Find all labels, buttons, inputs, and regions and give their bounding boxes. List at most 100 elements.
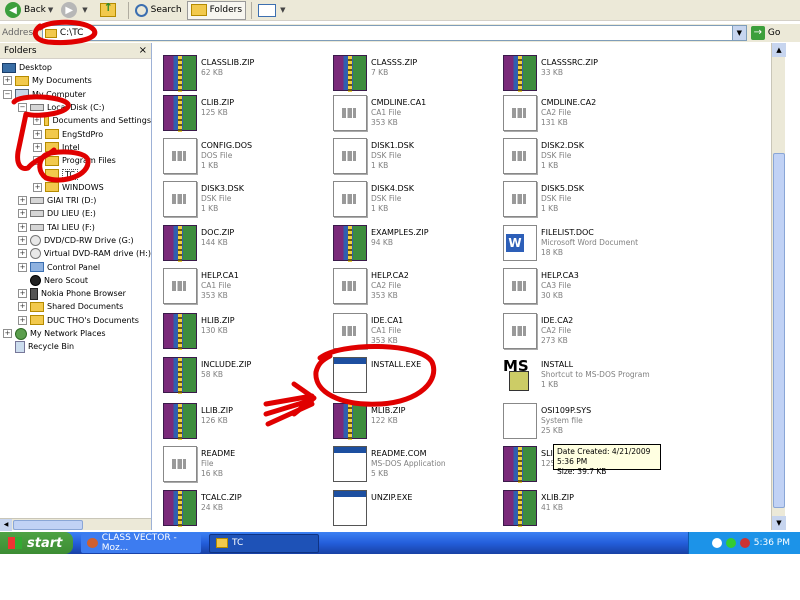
tree-item-my-computer[interactable]: − My Computer bbox=[0, 88, 151, 101]
file-item[interactable]: MLIB.ZIP 122 KB bbox=[333, 403, 498, 443]
tree-item-drive-h[interactable]: + Virtual DVD-RAM drive (H:) bbox=[0, 247, 151, 260]
file-item[interactable]: DISK5.DSK DSK File 1 KB bbox=[503, 181, 668, 221]
back-button[interactable]: ◀ Back ▼ bbox=[2, 1, 56, 20]
chevron-down-icon[interactable]: ▼ bbox=[82, 6, 87, 14]
tree-item-local-disk-c[interactable]: − Local Disk (C:) bbox=[0, 101, 151, 114]
expand-icon[interactable]: + bbox=[33, 129, 42, 139]
file-item[interactable]: TCALC.ZIP 24 KB bbox=[163, 490, 328, 530]
close-icon[interactable]: × bbox=[139, 45, 147, 56]
file-item[interactable]: CMDLINE.CA2 CA2 File 131 KB bbox=[503, 95, 668, 135]
chevron-down-icon[interactable]: ▼ bbox=[48, 6, 53, 14]
tree-item-intel[interactable]: + Intel bbox=[0, 141, 151, 154]
file-item[interactable]: LLIB.ZIP 126 KB bbox=[163, 403, 328, 443]
tree-item-drive-f[interactable]: + TAI LIEU (F:) bbox=[0, 221, 151, 234]
scroll-up-icon[interactable]: ▲ bbox=[772, 43, 786, 57]
tray-antivirus-icon[interactable] bbox=[739, 538, 750, 548]
scroll-thumb[interactable] bbox=[773, 153, 785, 508]
address-input[interactable]: C:\TC ▼ bbox=[41, 25, 747, 41]
clock[interactable]: 5:36 PM bbox=[754, 538, 790, 548]
file-item[interactable]: DOC.ZIP 144 KB bbox=[163, 225, 328, 265]
collapse-icon[interactable]: − bbox=[3, 89, 12, 99]
file-item[interactable]: IDE.CA1 CA1 File 353 KB bbox=[333, 313, 498, 353]
scroll-down-icon[interactable]: ▼ bbox=[772, 516, 786, 530]
file-item[interactable]: CLIB.ZIP 125 KB bbox=[163, 95, 328, 135]
expand-icon[interactable]: + bbox=[33, 116, 41, 126]
file-item[interactable]: DISK2.DSK DSK File 1 KB bbox=[503, 138, 668, 178]
taskbar-button-mozilla[interactable]: CLASS VECTOR - Moz... bbox=[81, 533, 201, 553]
file-item[interactable]: README File 16 KB bbox=[163, 446, 328, 486]
file-item[interactable]: CLASSS.ZIP 7 KB bbox=[333, 55, 498, 95]
expand-icon[interactable]: + bbox=[3, 76, 12, 86]
tray-arrow-icon[interactable] bbox=[711, 538, 722, 548]
file-item[interactable]: FILELIST.DOCMicrosoft Word Document18 KB bbox=[503, 225, 668, 265]
tree-item-tc[interactable]: TC bbox=[0, 167, 151, 180]
search-button[interactable]: Search bbox=[132, 1, 185, 20]
forward-button[interactable]: ▶ ▼ bbox=[58, 1, 90, 20]
file-item[interactable]: HLIB.ZIP 130 KB bbox=[163, 313, 328, 353]
file-item[interactable]: CMDLINE.CA1 CA1 File 353 KB bbox=[333, 95, 498, 135]
tree-item-drive-e[interactable]: + DU LIEU (E:) bbox=[0, 207, 151, 220]
expand-icon[interactable]: + bbox=[18, 222, 27, 232]
horizontal-scrollbar[interactable]: ◀ bbox=[0, 518, 151, 531]
file-item[interactable]: HELP.CA2 CA2 File 353 KB bbox=[333, 268, 498, 308]
file-item[interactable]: DISK1.DSK DSK File 1 KB bbox=[333, 138, 498, 178]
expand-icon[interactable]: + bbox=[18, 249, 27, 259]
expand-icon[interactable]: + bbox=[33, 142, 42, 152]
go-button[interactable]: → Go bbox=[750, 26, 780, 40]
scroll-left-icon[interactable]: ◀ bbox=[0, 518, 12, 531]
expand-icon[interactable]: + bbox=[18, 209, 27, 219]
tree-item-drive-d[interactable]: + GIAI TRI (D:) bbox=[0, 194, 151, 207]
tray-network-icon[interactable] bbox=[725, 538, 736, 548]
tree-item-recycle-bin[interactable]: Recycle Bin bbox=[0, 340, 151, 353]
file-item[interactable]: INCLUDE.ZIP 58 KB bbox=[163, 357, 328, 397]
file-item[interactable]: README.COM MS-DOS Application 5 KB bbox=[333, 446, 498, 486]
collapse-icon[interactable]: − bbox=[18, 103, 27, 113]
file-item[interactable]: INSTALLShortcut to MS-DOS Program1 KB bbox=[503, 357, 668, 397]
file-item[interactable]: HELP.CA1 CA1 File 353 KB bbox=[163, 268, 328, 308]
expand-icon[interactable]: + bbox=[18, 302, 27, 312]
tree-item-desktop[interactable]: Desktop bbox=[0, 61, 151, 74]
expand-icon[interactable]: + bbox=[33, 182, 42, 192]
tree-item-program-files[interactable]: + Program Files bbox=[0, 154, 151, 167]
file-item[interactable]: IDE.CA2 CA2 File 273 KB bbox=[503, 313, 668, 353]
file-item[interactable]: HELP.CA3 CA3 File 30 KB bbox=[503, 268, 668, 308]
vertical-scrollbar[interactable]: ▲ ▼ bbox=[771, 43, 786, 530]
up-folder-button[interactable] bbox=[93, 1, 123, 20]
tree-item-shared-documents[interactable]: + Shared Documents bbox=[0, 300, 151, 313]
taskbar-button-tc[interactable]: TC bbox=[209, 533, 319, 553]
file-item[interactable]: DISK4.DSK DSK File 1 KB bbox=[333, 181, 498, 221]
tree-item-duc-tho-documents[interactable]: + DUC THO's Documents bbox=[0, 314, 151, 327]
tree-item-drive-g[interactable]: + DVD/CD-RW Drive (G:) bbox=[0, 234, 151, 247]
expand-icon[interactable]: + bbox=[18, 236, 27, 245]
zip-archive-icon bbox=[333, 225, 367, 262]
tree-item-windows[interactable]: + WINDOWS bbox=[0, 181, 151, 194]
file-item[interactable]: OSI109P.SYS System file 25 KB bbox=[503, 403, 668, 443]
expand-icon[interactable]: + bbox=[18, 262, 27, 272]
file-item[interactable]: CLASSSRC.ZIP 33 KB bbox=[503, 55, 668, 95]
file-item[interactable]: INSTALL.EXE bbox=[333, 357, 498, 397]
folders-button[interactable]: Folders bbox=[186, 0, 247, 20]
scroll-thumb[interactable] bbox=[13, 519, 83, 530]
expand-icon[interactable]: + bbox=[18, 315, 27, 325]
expand-icon[interactable]: + bbox=[33, 156, 42, 166]
file-item[interactable]: XLIB.ZIP 41 KB bbox=[503, 490, 668, 530]
expand-icon[interactable]: + bbox=[3, 329, 12, 339]
tree-item-documents-and-settings[interactable]: + Documents and Settings bbox=[0, 114, 151, 127]
file-item[interactable]: DISK3.DSK DSK File 1 KB bbox=[163, 181, 328, 221]
expand-icon[interactable]: + bbox=[18, 196, 27, 206]
file-item[interactable]: EXAMPLES.ZIP 94 KB bbox=[333, 225, 498, 265]
start-button[interactable]: start bbox=[0, 532, 73, 554]
file-name: IDE.CA2 bbox=[541, 316, 574, 325]
expand-icon[interactable]: + bbox=[18, 289, 27, 299]
tree-item-my-network-places[interactable]: + My Network Places bbox=[0, 327, 151, 340]
views-button[interactable]: ▼ bbox=[255, 1, 288, 20]
tree-item-nokia-phone-browser[interactable]: + Nokia Phone Browser bbox=[0, 287, 151, 300]
address-dropdown-button[interactable]: ▼ bbox=[731, 26, 746, 40]
file-item[interactable]: UNZIP.EXE bbox=[333, 490, 498, 530]
tree-item-my-documents[interactable]: + My Documents bbox=[0, 74, 151, 87]
tree-item-engstdpro[interactable]: + EngStdPro bbox=[0, 127, 151, 140]
tree-item-control-panel[interactable]: + Control Panel bbox=[0, 260, 151, 273]
file-item[interactable]: CONFIG.DOS DOS File 1 KB bbox=[163, 138, 328, 178]
file-item[interactable]: CLASSLIB.ZIP 62 KB bbox=[163, 55, 328, 95]
tree-item-nero-scout[interactable]: Nero Scout bbox=[0, 274, 151, 287]
